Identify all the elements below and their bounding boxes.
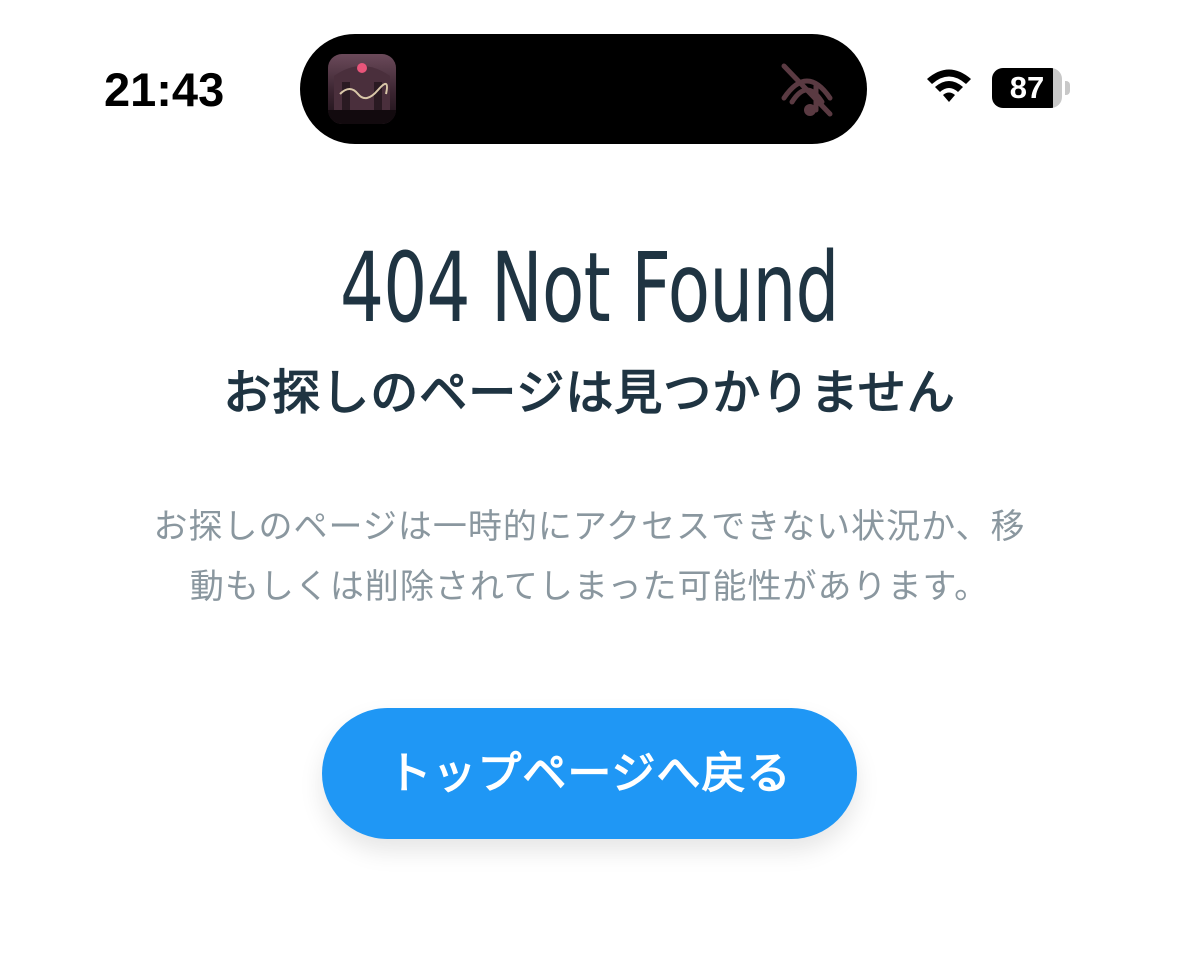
error-description-line: お探しのページは一時的にアクセスできない状況か、移 bbox=[153, 507, 1026, 547]
dynamic-island[interactable] bbox=[300, 34, 867, 144]
status-time: 21:43 bbox=[104, 63, 225, 116]
battery-body: 87 bbox=[992, 68, 1062, 108]
status-bar: 21:43 87 bbox=[0, 0, 1179, 180]
bell-slash-icon bbox=[774, 56, 840, 122]
wifi-icon bbox=[925, 66, 973, 106]
battery-icon: 87 bbox=[992, 68, 1074, 108]
error-description: お探しのページは一時的にアクセスできない状況か、移 動もしくは削除されてしまった… bbox=[90, 497, 1089, 617]
battery-cap bbox=[1065, 81, 1070, 95]
error-subtitle: お探しのページは見つかりません bbox=[223, 365, 956, 421]
error-title: 404 Not Found bbox=[340, 232, 839, 344]
error-description-line: 動もしくは削除されてしまった可能性があります。 bbox=[189, 567, 990, 607]
back-to-top-button[interactable]: トップページへ戻る bbox=[322, 708, 857, 839]
battery-percentage: 87 bbox=[1009, 70, 1045, 105]
app-thumbnail-icon[interactable] bbox=[328, 54, 396, 124]
